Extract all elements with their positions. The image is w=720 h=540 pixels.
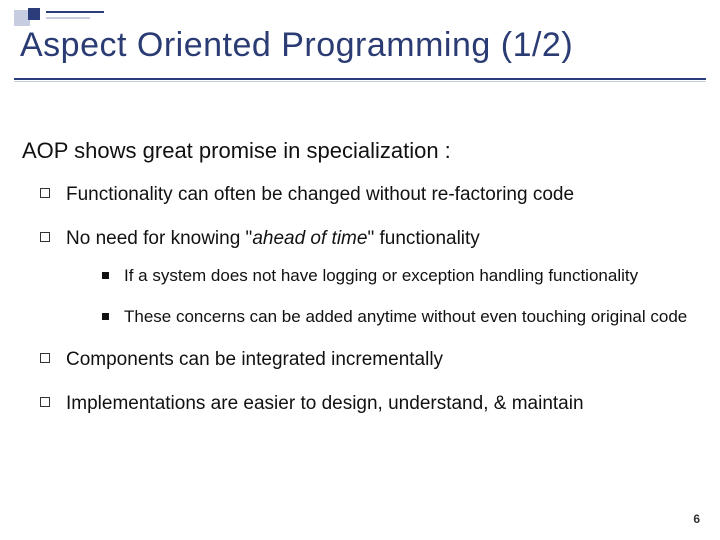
bullet-list: Functionality can often be changed witho…	[40, 182, 698, 416]
page-number: 6	[693, 512, 700, 526]
bullet-text: Components can be integrated incremental…	[66, 349, 443, 370]
bullet-text-emphasis: ahead of time	[252, 228, 367, 249]
bullet-item: Components can be integrated incremental…	[40, 347, 698, 373]
decor-line-light	[46, 17, 90, 19]
bullet-text-part: No need for knowing "	[66, 228, 252, 249]
decor-line-dark	[46, 11, 104, 13]
sub-bullet-item: These concerns can be added anytime with…	[102, 306, 698, 329]
bullet-item: Implementations are easier to design, un…	[40, 391, 698, 417]
sub-bullet-text: These concerns can be added anytime with…	[124, 307, 687, 326]
decor-square-dark	[28, 8, 40, 20]
sub-bullet-list: If a system does not have logging or exc…	[102, 265, 698, 329]
sub-bullet-item: If a system does not have logging or exc…	[102, 265, 698, 288]
bullet-text: Implementations are easier to design, un…	[66, 393, 584, 414]
slide-title: Aspect Oriented Programming (1/2)	[20, 26, 700, 65]
bullet-text: Functionality can often be changed witho…	[66, 184, 574, 205]
intro-text: AOP shows great promise in specializatio…	[22, 138, 698, 164]
bullet-text-part: " functionality	[367, 228, 479, 249]
bullet-item: No need for knowing "ahead of time" func…	[40, 226, 698, 330]
sub-bullet-text: If a system does not have logging or exc…	[124, 266, 638, 285]
slide: Aspect Oriented Programming (1/2) AOP sh…	[0, 0, 720, 540]
bullet-item: Functionality can often be changed witho…	[40, 182, 698, 208]
title-underline	[14, 78, 706, 80]
slide-body: AOP shows great promise in specializatio…	[22, 138, 698, 434]
